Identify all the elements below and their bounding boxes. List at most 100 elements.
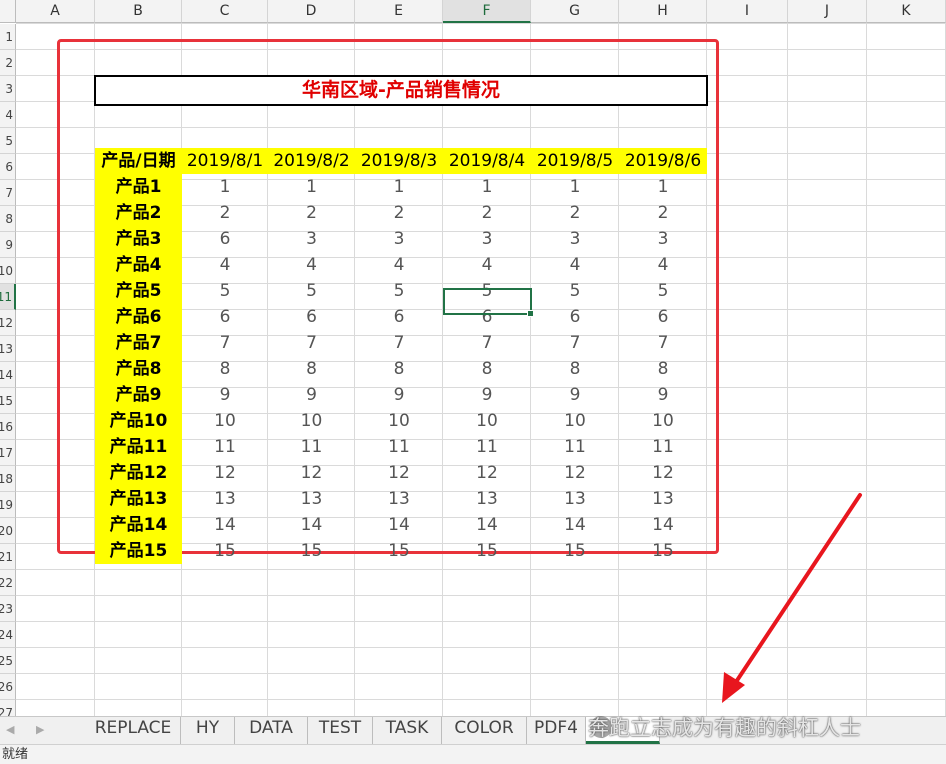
row-header-9[interactable]: 9 [0,232,16,258]
value-cell[interactable]: 2 [268,200,355,226]
value-cell[interactable]: 10 [268,408,355,434]
value-cell[interactable]: 2 [355,200,443,226]
value-cell[interactable]: 4 [619,252,707,278]
value-cell[interactable]: 13 [619,486,707,512]
value-cell[interactable]: 4 [268,252,355,278]
value-cell[interactable]: 1 [355,174,443,200]
column-header-d[interactable]: D [268,0,355,23]
column-header-j[interactable]: J [788,0,867,23]
value-cell[interactable]: 7 [619,330,707,356]
product-name-cell[interactable]: 产品11 [95,433,182,460]
value-cell[interactable]: 1 [619,174,707,200]
product-name-cell[interactable]: 产品2 [95,199,182,226]
sheet-tab-test[interactable]: TEST [308,717,373,744]
product-name-cell[interactable]: 产品10 [95,407,182,434]
row-header-15[interactable]: 15 [0,388,16,414]
column-header-g[interactable]: G [531,0,619,23]
value-cell[interactable]: 8 [268,356,355,382]
value-cell[interactable]: 7 [531,330,619,356]
header-cell-date[interactable]: 2019/8/3 [355,147,443,174]
value-cell[interactable]: 4 [182,252,268,278]
value-cell[interactable]: 3 [531,226,619,252]
value-cell[interactable]: 13 [443,486,531,512]
row-header-4[interactable]: 4 [0,102,16,128]
row-header-7[interactable]: 7 [0,180,16,206]
row-header-23[interactable]: 23 [0,596,16,622]
value-cell[interactable]: 12 [531,460,619,486]
header-cell-date[interactable]: 2019/8/6 [619,147,707,174]
value-cell[interactable]: 8 [355,356,443,382]
value-cell[interactable]: 11 [619,434,707,460]
value-cell[interactable]: 5 [182,278,268,304]
value-cell[interactable]: 15 [619,538,707,564]
product-name-cell[interactable]: 产品3 [95,225,182,252]
value-cell[interactable]: 12 [182,460,268,486]
value-cell[interactable]: 6 [182,304,268,330]
value-cell[interactable]: 8 [443,356,531,382]
spreadsheet-grid[interactable]: ABCDEFGHIJK 1234567891011121314151617181… [0,0,946,716]
row-header-24[interactable]: 24 [0,622,16,648]
value-cell[interactable]: 9 [268,382,355,408]
sheet-tab-replace[interactable]: REPLACE [86,717,181,744]
value-cell[interactable]: 12 [619,460,707,486]
value-cell[interactable]: 10 [619,408,707,434]
row-header-25[interactable]: 25 [0,648,16,674]
row-header-19[interactable]: 19 [0,492,16,518]
value-cell[interactable]: 13 [182,486,268,512]
value-cell[interactable]: 6 [531,304,619,330]
value-cell[interactable]: 9 [443,382,531,408]
sheet-tab-task[interactable]: TASK [373,717,442,744]
value-cell[interactable]: 5 [355,278,443,304]
value-cell[interactable]: 12 [443,460,531,486]
value-cell[interactable]: 3 [443,226,531,252]
column-header-a[interactable]: A [16,0,95,23]
value-cell[interactable]: 15 [268,538,355,564]
value-cell[interactable]: 11 [355,434,443,460]
tab-scroll-right-icon[interactable]: ▶ [36,723,44,736]
value-cell[interactable]: 14 [182,512,268,538]
sheet-tab-data[interactable]: DATA [235,717,308,744]
value-cell[interactable]: 10 [531,408,619,434]
row-header-10[interactable]: 10 [0,258,16,284]
row-header-27[interactable]: 27 [0,700,16,716]
column-header-f[interactable]: F [443,0,531,23]
product-name-cell[interactable]: 产品1 [95,173,182,200]
row-header-13[interactable]: 13 [0,336,16,362]
row-header-14[interactable]: 14 [0,362,16,388]
row-header-21[interactable]: 21 [0,544,16,570]
value-cell[interactable]: 10 [355,408,443,434]
row-header-3[interactable]: 3 [0,76,16,102]
header-cell-date[interactable]: 2019/8/4 [443,147,531,174]
value-cell[interactable]: 6 [268,304,355,330]
row-header-6[interactable]: 6 [0,154,16,180]
value-cell[interactable]: 14 [443,512,531,538]
value-cell[interactable]: 10 [182,408,268,434]
column-header-e[interactable]: E [355,0,443,23]
value-cell[interactable]: 13 [355,486,443,512]
report-title-cell[interactable]: 华南区域-产品销售情况 [94,75,708,106]
column-header-k[interactable]: K [867,0,946,23]
value-cell[interactable]: 7 [268,330,355,356]
sheet-tab-color[interactable]: COLOR [442,717,527,744]
value-cell[interactable]: 1 [182,174,268,200]
value-cell[interactable]: 14 [355,512,443,538]
header-cell-date[interactable]: 2019/8/1 [182,147,268,174]
value-cell[interactable]: 13 [531,486,619,512]
value-cell[interactable]: 5 [619,278,707,304]
row-header-11[interactable]: 11 [0,284,16,310]
product-name-cell[interactable]: 产品15 [95,537,182,564]
row-header-22[interactable]: 22 [0,570,16,596]
value-cell[interactable]: 7 [443,330,531,356]
value-cell[interactable]: 3 [268,226,355,252]
value-cell[interactable]: 3 [355,226,443,252]
row-header-18[interactable]: 18 [0,466,16,492]
value-cell[interactable]: 15 [531,538,619,564]
value-cell[interactable]: 12 [355,460,443,486]
column-header-h[interactable]: H [619,0,707,23]
select-all-corner[interactable] [0,0,16,23]
value-cell[interactable]: 4 [355,252,443,278]
row-header-2[interactable]: 2 [0,50,16,76]
value-cell[interactable]: 7 [355,330,443,356]
value-cell[interactable]: 9 [531,382,619,408]
value-cell[interactable]: 3 [619,226,707,252]
